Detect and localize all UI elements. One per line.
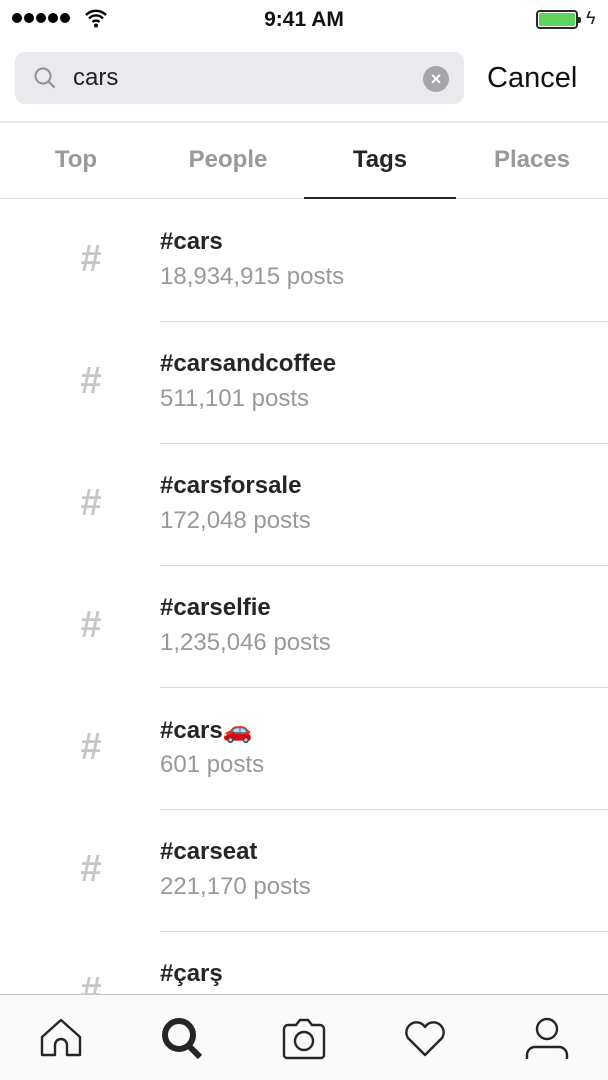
hashtag-icon: # [80,482,102,524]
post-count: 221,170 posts [160,873,311,900]
search-input[interactable]: cars × [15,52,464,104]
search-tabs: Top People Tags Places [0,123,608,199]
tab-tags[interactable]: Tags [304,123,456,199]
camera-icon[interactable] [280,1015,328,1063]
tab-people[interactable]: People [152,123,304,198]
status-time: 9:41 AM [264,8,344,31]
bottom-nav [0,994,608,1080]
charging-icon: ϟ [586,8,596,28]
hashtag-icon: # [80,726,102,768]
home-icon[interactable] [37,1015,85,1063]
hashtag-icon: # [80,848,102,890]
search-icon [34,67,56,89]
hashtag-icon: # [80,360,102,402]
hashtag-icon: # [80,604,102,646]
list-item[interactable]: # #cars🚗 601 posts [0,688,608,810]
battery-icon [536,10,581,29]
list-item[interactable]: # #carseat 221,170 posts [0,810,608,932]
search-icon[interactable] [158,1015,206,1063]
list-item[interactable]: # #carsandcoffee 511,101 posts [0,322,608,444]
heart-icon[interactable] [401,1015,449,1063]
hashtag-icon: # [80,970,102,994]
post-count: 601 posts [160,751,265,778]
tab-top[interactable]: Top [0,123,152,198]
search-query[interactable]: cars [73,64,118,92]
tag-name: #çarş [160,960,223,987]
list-item[interactable]: # #carselfie 1,235,046 posts [0,566,608,688]
post-count: 172,048 posts [160,507,311,534]
tag-results-list[interactable]: # #cars 18,934,915 posts # #carsandcoffee 51… [0,200,608,994]
list-item[interactable]: # #cars 18,934,915 posts [0,200,608,322]
list-item[interactable]: # #çarş [0,932,608,994]
list-item[interactable]: # #carsforsale 172,048 posts [0,444,608,566]
post-count: 18,934,915 posts [160,263,345,290]
clear-search-button[interactable]: × [423,66,449,92]
hashtag-icon: # [80,238,102,280]
post-count: 511,101 posts [160,385,310,412]
tag-name: #carsforsale [160,472,302,499]
post-count: 1,235,046 posts [160,629,331,656]
tag-name: #carseat [160,838,258,865]
cancel-button[interactable]: Cancel [487,62,577,95]
tag-name: #cars🚗 [160,717,253,744]
status-bar: 9:41 AM ϟ [0,0,608,40]
tag-name: #cars [160,228,223,255]
profile-icon[interactable] [523,1015,571,1063]
tag-name: #carsandcoffee [160,350,337,377]
tab-places[interactable]: Places [456,123,608,198]
tag-name: #carselfie [160,594,271,621]
